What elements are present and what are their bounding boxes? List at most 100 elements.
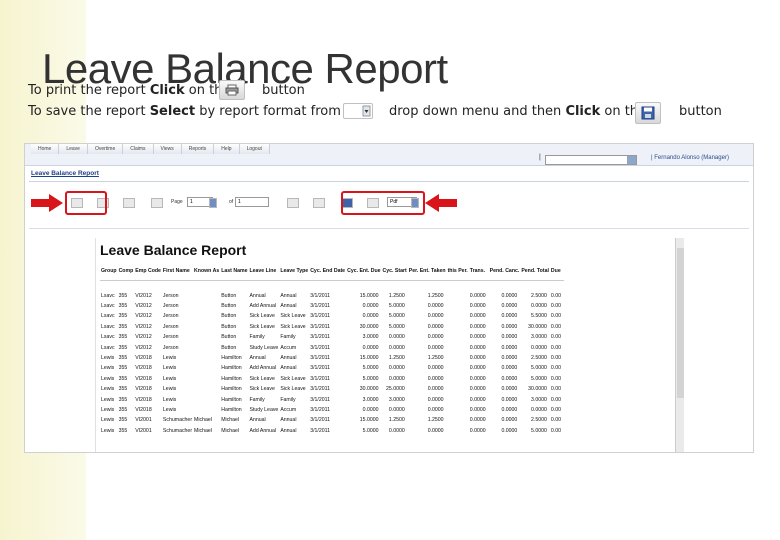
menu-item-help[interactable]: Help: [214, 144, 240, 154]
table-cell: Lsavc: [101, 313, 115, 320]
table-cell: 355: [118, 323, 128, 330]
menu-item-home[interactable]: Home: [31, 144, 60, 154]
table-cell: 1.2500: [388, 292, 405, 299]
table-cell: 2.5000: [531, 292, 547, 299]
table-cell: Annual: [280, 417, 297, 424]
table-cell: Family: [249, 396, 265, 403]
table-cell: 0.0000: [501, 375, 518, 382]
red-arrow-icon: [425, 194, 457, 212]
table-cell: 0.0000: [469, 303, 486, 310]
table-cell: Lsavc: [101, 344, 115, 351]
table-cell: 3/1/2011: [310, 375, 330, 382]
table-cell: 0.0000: [427, 323, 444, 330]
table-cell: 1.2500: [388, 417, 405, 424]
user-separator: |: [539, 154, 541, 161]
table-cell: Family: [280, 396, 296, 403]
instruction-save-bold-2: Click: [565, 104, 601, 119]
menu-item-logout[interactable]: Logout: [239, 144, 270, 154]
table-cell: Lewis: [162, 355, 177, 362]
table-cell: 1.2500: [427, 417, 444, 424]
table-cell: 0.0000: [362, 303, 379, 310]
table-cell: 5.0000: [388, 313, 405, 320]
table-cell: Lewis: [101, 396, 115, 403]
table-cell: Jerson: [162, 313, 179, 320]
table-cell: 355: [118, 427, 128, 434]
menu-item-leave[interactable]: Leave: [59, 144, 88, 154]
prev-page-icon[interactable]: [151, 198, 163, 208]
table-cell: 5.0000: [362, 375, 379, 382]
table-cell: Sick Leave: [249, 313, 275, 320]
table-cell: 0.0000: [388, 406, 405, 413]
table-cell: Lewis: [101, 406, 115, 413]
column-header: Leave Line: [248, 268, 280, 281]
menu-item-claims[interactable]: Claims: [123, 144, 154, 154]
table-cell: 0.0000: [388, 334, 405, 341]
table-cell: 0.0000: [469, 292, 486, 299]
table-cell: Hamilton: [221, 365, 242, 372]
instruction-save-text-2: by report format from the: [195, 104, 367, 119]
highlight-print: [65, 191, 107, 215]
table-cell: 0.0000: [501, 303, 518, 310]
table-cell: 355: [118, 365, 128, 372]
table-cell: Lewis: [101, 386, 115, 393]
instruction-save-bold: Select: [149, 104, 196, 119]
column-header: Leave Type: [279, 268, 310, 281]
table-cell: 0.0000: [362, 344, 379, 351]
menu-item-reports[interactable]: Reports: [181, 144, 215, 154]
table-cell: 3/1/2011: [310, 355, 330, 362]
table-cell: [447, 384, 469, 394]
table-cell: Lewis: [162, 365, 177, 372]
table-cell: 0.0000: [427, 406, 444, 413]
table-cell: Sick Leave: [249, 375, 275, 382]
table-cell: [193, 384, 220, 394]
table-cell: 0.0000: [427, 313, 444, 320]
table-cell: Sick Leave: [280, 313, 306, 320]
table-cell: 0.0000: [469, 427, 486, 434]
table-cell: [193, 363, 220, 373]
table-cell: Add Annual: [249, 303, 277, 310]
table-cell: Button: [221, 313, 237, 320]
page-count: 1: [235, 197, 269, 207]
table-cell: 0.0000: [501, 396, 518, 403]
first-page-icon[interactable]: [123, 198, 135, 208]
table-cell: 0.0000: [501, 292, 518, 299]
next-page-icon[interactable]: [287, 198, 299, 208]
report-link[interactable]: Leave Balance Report: [31, 170, 99, 177]
role-select[interactable]: [545, 155, 637, 165]
instruction-print-button-word: button: [262, 83, 305, 98]
table-cell: 3/1/2011: [310, 313, 330, 320]
scrollbar-thumb[interactable]: [677, 248, 684, 398]
table-cell: [193, 374, 220, 384]
report-scrollbar[interactable]: [675, 238, 684, 452]
table-cell: Hamilton: [221, 386, 242, 393]
table-cell: 3/1/2011: [310, 365, 330, 372]
column-header: Cyc. Ent. Due: [346, 268, 382, 281]
table-cell: VI2012: [135, 313, 152, 320]
last-page-icon[interactable]: [313, 198, 325, 208]
table-cell: Sick Leave: [249, 386, 275, 393]
table-cell: [193, 301, 220, 311]
table-cell: Jerson: [162, 303, 179, 310]
table-cell: VI2018: [135, 375, 152, 382]
column-header: Last Name: [220, 268, 249, 281]
table-cell: 0.0000: [501, 365, 518, 372]
table-cell: Accum: [280, 406, 297, 413]
table-cell: [447, 322, 469, 332]
table-cell: 0.00: [550, 313, 562, 320]
table-row: Lewis 355 VI2018 Lewis Hamilton Annual Annual 3…: [100, 353, 564, 363]
table-cell: Lsavc: [101, 323, 115, 330]
table-cell: 1.2500: [427, 355, 444, 362]
instruction-print-bold: Click: [149, 83, 185, 98]
column-header: Pend. Total: [520, 268, 550, 281]
table-cell: VI2018: [135, 355, 152, 362]
page-stepper[interactable]: [209, 198, 217, 208]
instruction-print-text-1: To print the report: [28, 83, 150, 98]
save-button-sample: [635, 102, 661, 124]
menu-item-views[interactable]: Views: [153, 144, 182, 154]
table-cell: Button: [221, 344, 237, 351]
table-cell: 0.0000: [362, 406, 379, 413]
table-row: Lewis 355 VI2001 Schumacher Michael Michael An…: [100, 415, 564, 425]
table-cell: Jerson: [162, 334, 179, 341]
menu-item-overtime[interactable]: Overtime: [87, 144, 124, 154]
table-cell: 0.0000: [469, 313, 486, 320]
